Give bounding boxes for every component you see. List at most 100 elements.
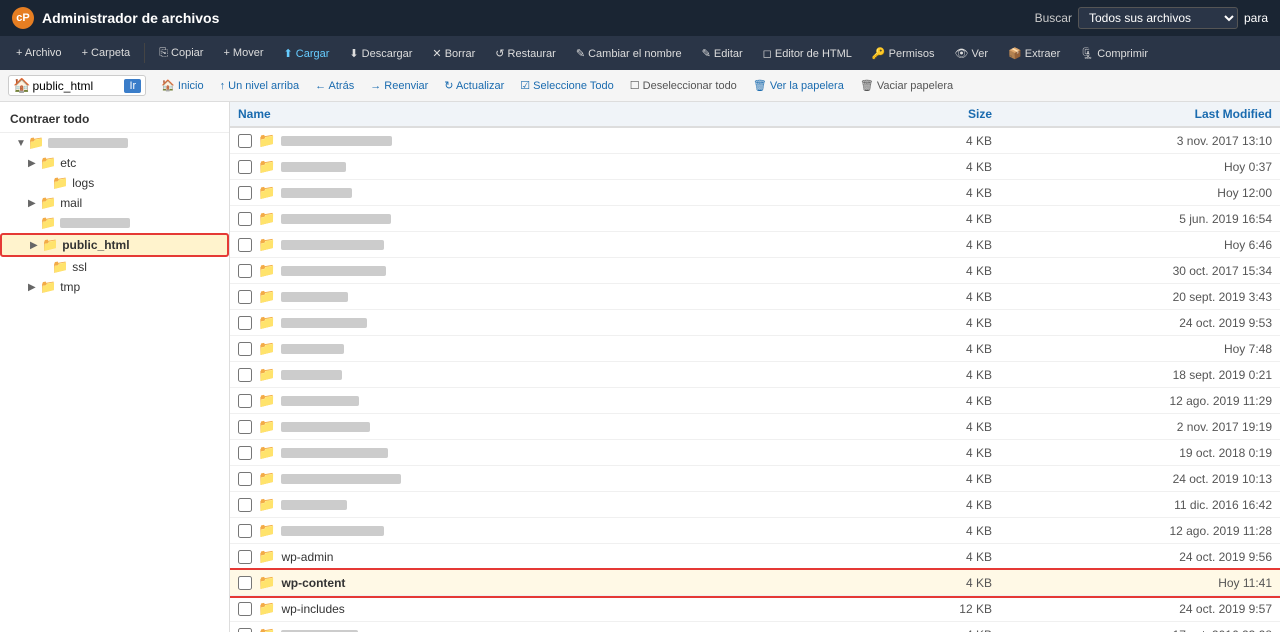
move-button[interactable]: + Mover <box>215 43 271 63</box>
download-button[interactable]: ⬇ Descargar <box>341 43 420 64</box>
edit-button[interactable]: ✎ Editar <box>694 43 751 64</box>
rename-button[interactable]: ✎ Cambiar el nombre <box>568 43 690 64</box>
deselect-all-button[interactable]: ☐ Deseleccionar todo <box>623 76 744 95</box>
col-name[interactable]: Name <box>230 102 860 127</box>
file-checkbox[interactable] <box>238 134 252 148</box>
table-row[interactable]: 📁 4 KB3 nov. 2017 13:10 <box>230 127 1280 154</box>
file-checkbox[interactable] <box>238 264 252 278</box>
table-row[interactable]: 📁 4 KB12 ago. 2019 11:29 <box>230 388 1280 414</box>
table-row[interactable]: 📁 4 KB30 oct. 2017 15:34 <box>230 258 1280 284</box>
back-button[interactable]: ← Atrás <box>308 77 361 95</box>
file-checkbox[interactable] <box>238 472 252 486</box>
file-modified: Hoy 11:41 <box>1000 570 1280 596</box>
path-input[interactable] <box>32 79 122 93</box>
new-folder-button[interactable]: + Carpeta <box>74 43 139 63</box>
home-button[interactable]: 🏠 Inicio <box>154 76 210 95</box>
table-row[interactable]: 📁 4 KB11 dic. 2016 16:42 <box>230 492 1280 518</box>
file-checkbox[interactable] <box>238 524 252 538</box>
file-checkbox[interactable] <box>238 446 252 460</box>
folder-icon: 📁 <box>42 237 58 253</box>
table-row[interactable]: 📁 4 KB24 oct. 2019 9:53 <box>230 310 1280 336</box>
file-checkbox[interactable] <box>238 342 252 356</box>
app-title: Administrador de archivos <box>42 10 219 26</box>
file-size: 4 KB <box>860 492 1000 518</box>
table-row[interactable]: 📁wp-includes12 KB24 oct. 2019 9:57 <box>230 596 1280 622</box>
file-checkbox[interactable] <box>238 420 252 434</box>
html-editor-button[interactable]: ◻ Editor de HTML <box>755 43 860 64</box>
empty-trash-button[interactable]: 🗑 Vaciar papelera <box>853 76 960 95</box>
file-size: 4 KB <box>860 284 1000 310</box>
file-checkbox[interactable] <box>238 290 252 304</box>
copy-button[interactable]: ⎘ Copiar <box>151 43 211 64</box>
file-modified: 24 oct. 2019 9:57 <box>1000 596 1280 622</box>
go-button[interactable]: Ir <box>124 79 141 93</box>
file-checkbox[interactable] <box>238 368 252 382</box>
sidebar-item-etc[interactable]: ▶ 📁 etc <box>0 153 229 173</box>
file-name <box>281 422 370 432</box>
file-checkbox[interactable] <box>238 316 252 330</box>
table-row[interactable]: 📁 4 KB19 oct. 2018 0:19 <box>230 440 1280 466</box>
upload-button[interactable]: ⬆ Cargar <box>276 43 338 64</box>
table-row[interactable]: 📁wp-content4 KBHoy 11:41 <box>230 570 1280 596</box>
table-row[interactable]: 📁 4 KBHoy 7:48 <box>230 336 1280 362</box>
extract-button[interactable]: 📦 Extraer <box>1000 43 1068 64</box>
delete-button[interactable]: ✕ Borrar <box>424 43 483 64</box>
restore-button[interactable]: ↺ Restaurar <box>487 43 564 64</box>
file-name: wp-includes <box>281 602 344 616</box>
new-file-button[interactable]: + Archivo <box>8 43 70 63</box>
file-size: 4 KB <box>860 336 1000 362</box>
table-row[interactable]: 📁 4 KBHoy 6:46 <box>230 232 1280 258</box>
folder-icon: 📁 <box>258 626 275 632</box>
file-checkbox[interactable] <box>238 628 252 632</box>
file-name <box>281 500 347 510</box>
sidebar-item-tmp[interactable]: ▶ 📁 tmp <box>0 277 229 297</box>
trash-button[interactable]: 🗑 Ver la papelera <box>746 76 851 95</box>
file-checkbox[interactable] <box>238 212 252 226</box>
folder-icon: 📁 <box>258 340 275 357</box>
compress-button[interactable]: 🗜 Comprimir <box>1072 43 1156 64</box>
table-row[interactable]: 📁 4 KB17 oct. 2016 23:28 <box>230 622 1280 632</box>
file-modified: 17 oct. 2016 23:28 <box>1000 622 1280 632</box>
forward-button[interactable]: → Reenviar <box>363 77 435 95</box>
file-size: 4 KB <box>860 622 1000 632</box>
view-button[interactable]: 👁 Ver <box>947 43 997 64</box>
file-checkbox[interactable] <box>238 602 252 616</box>
search-scope-select[interactable]: Todos sus archivos <box>1078 7 1238 29</box>
select-all-button[interactable]: ☑ Seleccione Todo <box>513 76 620 95</box>
file-checkbox[interactable] <box>238 576 252 590</box>
file-checkbox[interactable] <box>238 394 252 408</box>
permissions-button[interactable]: 🔑 Permisos <box>864 43 943 64</box>
file-checkbox[interactable] <box>238 550 252 564</box>
table-row[interactable]: 📁 4 KB18 sept. 2019 0:21 <box>230 362 1280 388</box>
sidebar-item-mail[interactable]: ▶ 📁 mail <box>0 193 229 213</box>
refresh-button[interactable]: ↻ Actualizar <box>437 76 511 95</box>
table-row[interactable]: 📁 4 KB24 oct. 2019 10:13 <box>230 466 1280 492</box>
sidebar-item-root[interactable]: ▼ 📁 <box>0 133 229 153</box>
file-checkbox[interactable] <box>238 238 252 252</box>
up-button[interactable]: ↑ Un nivel arriba <box>213 77 306 95</box>
table-row[interactable]: 📁 4 KBHoy 0:37 <box>230 154 1280 180</box>
table-row[interactable]: 📁 4 KB5 jun. 2019 16:54 <box>230 206 1280 232</box>
sidebar: Contraer todo ▼ 📁 ▶ 📁 etc 📁 logs ▶ 📁 mai… <box>0 102 230 632</box>
table-row[interactable]: 📁 4 KB12 ago. 2019 11:28 <box>230 518 1280 544</box>
sidebar-item-blurred1[interactable]: 📁 <box>0 213 229 233</box>
sidebar-item-ssl[interactable]: 📁 ssl <box>0 257 229 277</box>
table-row[interactable]: 📁 4 KBHoy 12:00 <box>230 180 1280 206</box>
folder-icon: 📁 <box>258 522 275 539</box>
file-checkbox[interactable] <box>238 498 252 512</box>
collapse-all-button[interactable]: Contraer todo <box>0 106 229 133</box>
file-modified: 30 oct. 2017 15:34 <box>1000 258 1280 284</box>
table-row[interactable]: 📁 4 KB2 nov. 2017 19:19 <box>230 414 1280 440</box>
file-checkbox[interactable] <box>238 160 252 174</box>
sidebar-item-logs[interactable]: 📁 logs <box>0 173 229 193</box>
file-name <box>281 240 383 250</box>
file-name: wp-content <box>281 576 345 590</box>
file-size: 4 KB <box>860 544 1000 570</box>
col-last-modified[interactable]: Last Modified <box>1000 102 1280 127</box>
table-row[interactable]: 📁wp-admin4 KB24 oct. 2019 9:56 <box>230 544 1280 570</box>
sidebar-item-public_html[interactable]: ▶ 📁 public_html <box>0 233 229 257</box>
expand-icon: ▶ <box>28 198 40 209</box>
col-size[interactable]: Size <box>860 102 1000 127</box>
file-checkbox[interactable] <box>238 186 252 200</box>
table-row[interactable]: 📁 4 KB20 sept. 2019 3:43 <box>230 284 1280 310</box>
